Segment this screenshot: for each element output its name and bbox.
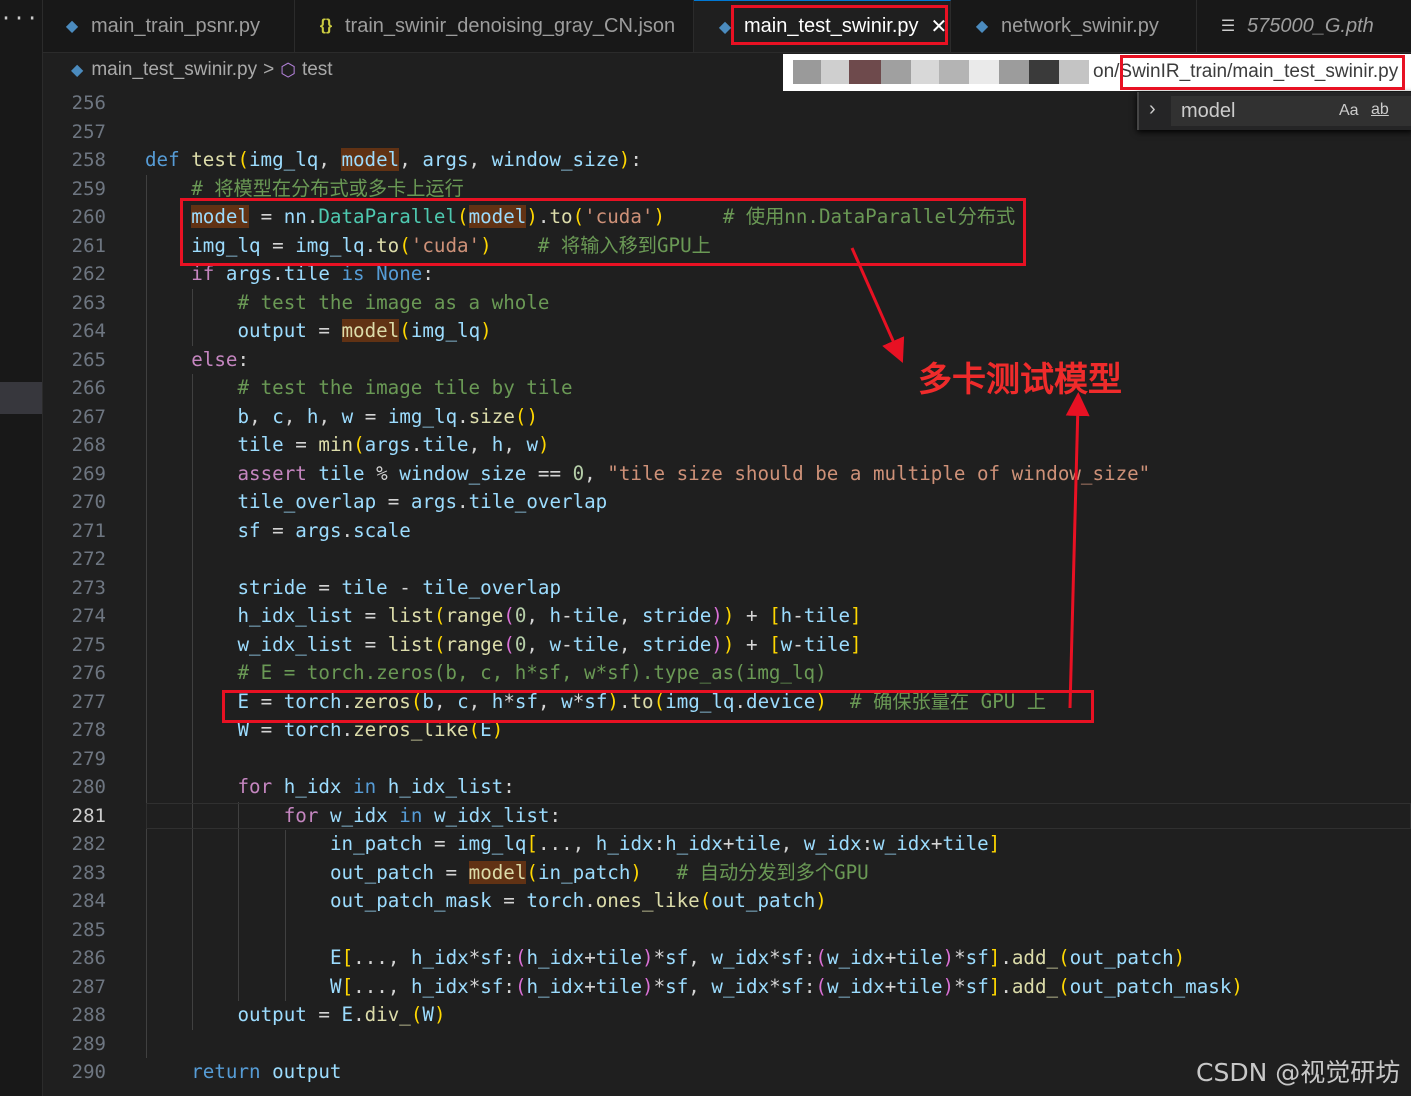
arrow-down-to-label <box>850 247 905 363</box>
annotation-label: 多卡测试模型 <box>918 360 1122 400</box>
annotation-arrows <box>850 247 1090 709</box>
arrow-up-to-label <box>1065 392 1090 709</box>
watermark: CSDN @视觉研坊 <box>1196 1058 1401 1087</box>
